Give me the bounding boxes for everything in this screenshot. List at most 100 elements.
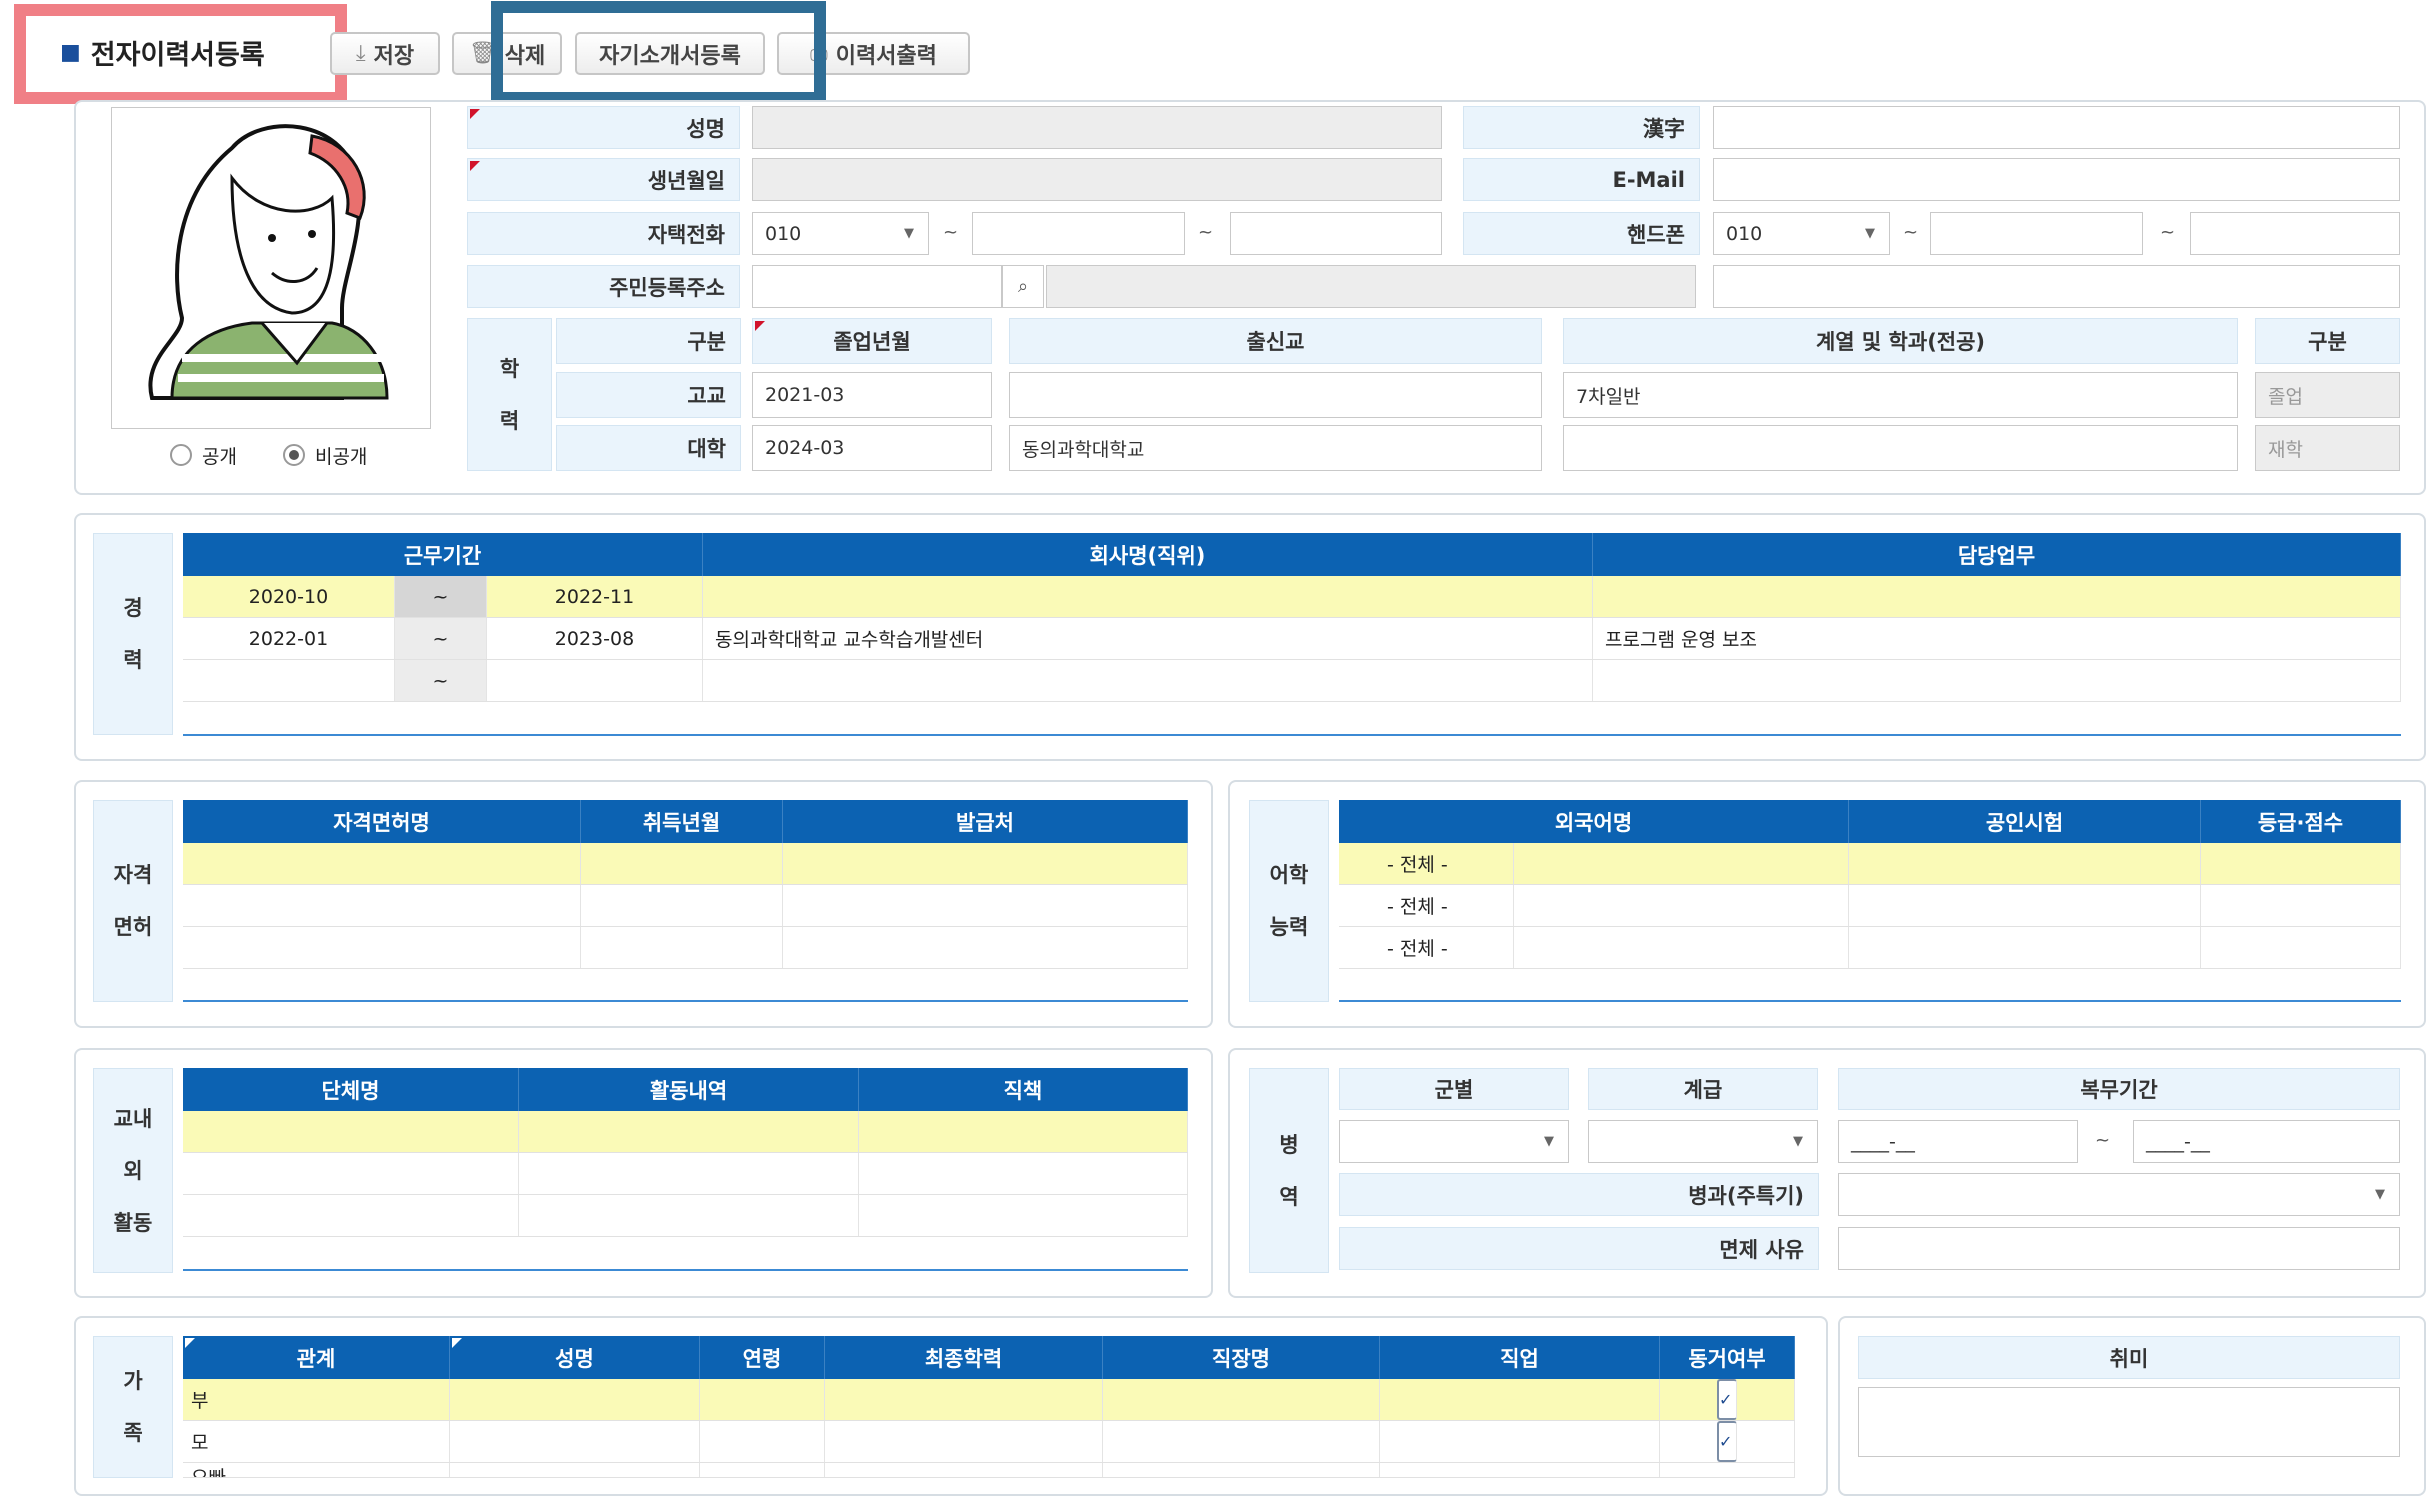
hobby-field[interactable]: [1858, 1387, 2400, 1457]
edu-status-field: 재학: [2255, 425, 2400, 471]
edu-school-field[interactable]: [1009, 372, 1542, 418]
private-radio[interactable]: [282, 444, 305, 466]
military-branch-label: 군별: [1339, 1068, 1569, 1110]
address-search-button[interactable]: ⌕: [1002, 265, 1044, 308]
table-row[interactable]: ~: [183, 660, 2401, 702]
edu-header-major: 계열 및 학과(전공): [1563, 318, 2238, 364]
grid-icon: ■: [60, 39, 81, 65]
cohabit-checkbox[interactable]: ✓: [1717, 1421, 1737, 1462]
edu-status-field: 졸업: [2255, 372, 2400, 418]
career-grid-bottom: [183, 734, 2401, 736]
table-row[interactable]: [183, 1111, 1188, 1153]
email-field[interactable]: [1713, 158, 2400, 201]
language-side-label: 어학 능력: [1249, 800, 1329, 1002]
hanja-field[interactable]: [1713, 106, 2400, 149]
table-row[interactable]: [183, 885, 1188, 927]
career-header-duty: 담당업무: [1593, 533, 2401, 576]
home-phone-label: 자택전화: [467, 212, 740, 255]
mobile-last-field[interactable]: [2190, 212, 2400, 255]
home-phone-last-field[interactable]: [1230, 212, 1442, 255]
mobile-mid-field[interactable]: [1930, 212, 2143, 255]
military-period-to[interactable]: ____-__: [2133, 1120, 2400, 1163]
military-exempt-label: 면제 사유: [1339, 1227, 1819, 1270]
address-field[interactable]: [1046, 265, 1696, 308]
education-side-label: 학력: [467, 318, 552, 471]
military-rank-select[interactable]: [1588, 1120, 1818, 1163]
activity-side-label: 교내 외 활동: [93, 1068, 173, 1273]
home-phone-prefix-select[interactable]: 010: [752, 212, 929, 255]
home-phone-tilde-2: ~: [1198, 222, 1214, 243]
language-select: - 전체 -: [1339, 843, 1514, 884]
table-row[interactable]: [183, 927, 1188, 969]
table-row[interactable]: 오빠: [183, 1463, 1795, 1478]
table-row[interactable]: - 전체 -: [1339, 885, 2401, 927]
table-row[interactable]: - 전체 -: [1339, 927, 2401, 969]
birth-label: 생년월일: [467, 158, 740, 201]
birth-field[interactable]: [752, 158, 1442, 201]
cohabit-checkbox[interactable]: ✓: [1717, 1379, 1737, 1420]
download-icon: ⤓: [355, 41, 366, 66]
military-period-label: 복무기간: [1838, 1068, 2400, 1110]
table-row[interactable]: 부 ✓: [183, 1379, 1795, 1421]
license-grid-bottom: [183, 1000, 1188, 1002]
search-icon: ⌕: [1017, 276, 1029, 297]
home-phone-tilde-1: ~: [943, 222, 959, 243]
military-branch-select[interactable]: [1339, 1120, 1569, 1163]
career-header-period: 근무기간: [183, 533, 703, 576]
hanja-label: 漢字: [1463, 106, 1700, 149]
military-period-from[interactable]: ____-__: [1838, 1120, 2078, 1163]
edu-header-school: 출신교: [1009, 318, 1542, 364]
edu-header-grad: 졸업년월: [752, 318, 992, 364]
military-side-label: 병역: [1249, 1068, 1329, 1273]
family-side-label: 가족: [93, 1336, 173, 1478]
edu-header-status: 구분: [2255, 318, 2400, 364]
edu-row-type: 고교: [556, 372, 741, 418]
military-period-tilde: ~: [2095, 1130, 2111, 1151]
career-side-label: 경력: [93, 533, 173, 735]
military-exempt-field[interactable]: [1838, 1227, 2400, 1270]
edu-school-field[interactable]: 동의과학대학교: [1009, 425, 1542, 471]
edu-grad-field[interactable]: 2024-03: [752, 425, 992, 471]
action-highlight: [491, 1, 826, 104]
edu-major-field[interactable]: 7차일반: [1563, 372, 2238, 418]
table-row[interactable]: [183, 1195, 1188, 1237]
career-grid-header: 근무기간 회사명(직위) 담당업무: [183, 533, 2401, 576]
military-specialty-select[interactable]: [1838, 1173, 2400, 1216]
activity-grid-bottom: [183, 1269, 1188, 1271]
edu-grad-field[interactable]: 2021-03: [752, 372, 992, 418]
license-grid-header: 자격면허명 취득년월 발급처: [183, 800, 1188, 843]
address-detail-field[interactable]: [1713, 265, 2400, 308]
mobile-tilde-1: ~: [1903, 222, 1919, 243]
table-row[interactable]: [183, 843, 1188, 885]
table-row[interactable]: - 전체 -: [1339, 843, 2401, 885]
military-rank-label: 계급: [1588, 1068, 1818, 1110]
mobile-prefix-select[interactable]: 010: [1713, 212, 1890, 255]
career-header-company: 회사명(직위): [703, 533, 1593, 576]
table-row[interactable]: 2022-01 ~ 2023-08 동의과학대학교 교수학습개발센터 프로그램 …: [183, 618, 2401, 660]
mobile-label: 핸드폰: [1463, 212, 1700, 255]
mobile-tilde-2: ~: [2160, 222, 2176, 243]
email-label: E-Mail: [1463, 158, 1700, 201]
language-select: - 전체 -: [1339, 885, 1514, 926]
photo-visibility: 공개 비공개: [170, 440, 430, 470]
zip-field[interactable]: [752, 265, 1002, 308]
address-label: 주민등록주소: [467, 265, 740, 308]
language-select: - 전체 -: [1339, 927, 1514, 968]
table-row[interactable]: 2020-10 ~ 2022-11: [183, 576, 2401, 618]
name-field[interactable]: [752, 106, 1442, 149]
table-row[interactable]: [183, 1153, 1188, 1195]
public-radio[interactable]: [170, 444, 192, 466]
language-grid-header: 외국어명 공인시험 등급·점수: [1339, 800, 2401, 843]
avatar: [148, 124, 389, 400]
save-button[interactable]: ⤓ 저장: [330, 32, 440, 75]
home-phone-mid-field[interactable]: [972, 212, 1185, 255]
table-row[interactable]: 모 ✓: [183, 1421, 1795, 1463]
family-grid-header: 관계 성명 연령 최종학력 직장명 직업 동거여부: [183, 1336, 1795, 1379]
edu-row-type: 대학: [556, 425, 741, 471]
language-grid-bottom: [1339, 1000, 2401, 1002]
license-side-label: 자격 면허: [93, 800, 173, 1002]
activity-grid-header: 단체명 활동내역 직책: [183, 1068, 1188, 1111]
edu-major-field[interactable]: [1563, 425, 2238, 471]
photo-frame[interactable]: [111, 107, 431, 429]
hobby-label: 취미: [1858, 1336, 2400, 1379]
